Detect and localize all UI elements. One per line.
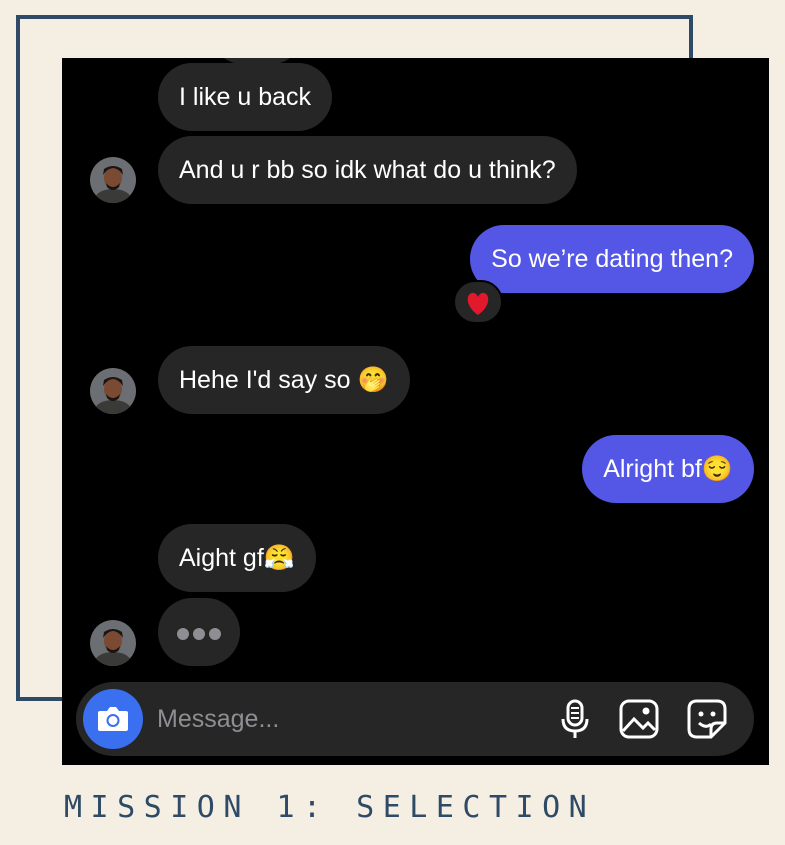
typing-indicator	[158, 598, 240, 666]
avatar[interactable]	[90, 620, 136, 666]
avatar[interactable]	[90, 368, 136, 414]
camera-button[interactable]	[83, 689, 143, 749]
camera-icon	[98, 707, 128, 731]
microphone-icon	[561, 699, 589, 738]
message-text: Aight gf	[179, 544, 264, 572]
typing-dot	[177, 628, 189, 640]
caption-title: MISSION 1: SELECTION	[64, 790, 596, 825]
avatar[interactable]	[90, 157, 136, 203]
message-text: I like u back	[179, 83, 312, 111]
message-composer	[76, 682, 754, 756]
chat-screen: I like u back And u r bb so idk what do …	[62, 58, 769, 765]
microphone-button[interactable]	[554, 698, 596, 740]
message-text: And u r bb so idk what do u think?	[179, 156, 556, 184]
sticker-icon	[687, 699, 727, 739]
incoming-message[interactable]: Aight gf😤	[158, 524, 316, 592]
gallery-icon	[619, 699, 659, 739]
heart-reaction-badge[interactable]	[453, 280, 503, 324]
message-text: So we’re dating then?	[491, 245, 733, 273]
typing-dot	[193, 628, 205, 640]
incoming-message[interactable]: Hehe I'd say so 🤭	[158, 346, 410, 414]
incoming-message[interactable]: And u r bb so idk what do u think?	[158, 136, 577, 204]
typing-dot	[209, 628, 221, 640]
outgoing-message[interactable]: Alright bf😌	[582, 435, 754, 503]
relieved-face-emoji: 😌	[701, 455, 733, 483]
hand-over-mouth-emoji: 🤭	[357, 366, 389, 394]
incoming-message[interactable]: I like u back	[158, 63, 333, 131]
message-text: Hehe I'd say so	[179, 366, 351, 394]
heart-icon	[467, 292, 489, 315]
outgoing-message[interactable]: So we’re dating then?	[470, 225, 754, 293]
avatar-image	[90, 157, 136, 203]
message-input[interactable]	[157, 700, 537, 738]
huffing-face-emoji: 😤	[263, 544, 295, 572]
gallery-button[interactable]	[618, 698, 660, 740]
sticker-button[interactable]	[686, 698, 728, 740]
avatar-image	[90, 620, 136, 666]
message-text: Alright bf	[603, 455, 702, 483]
avatar-image	[90, 368, 136, 414]
